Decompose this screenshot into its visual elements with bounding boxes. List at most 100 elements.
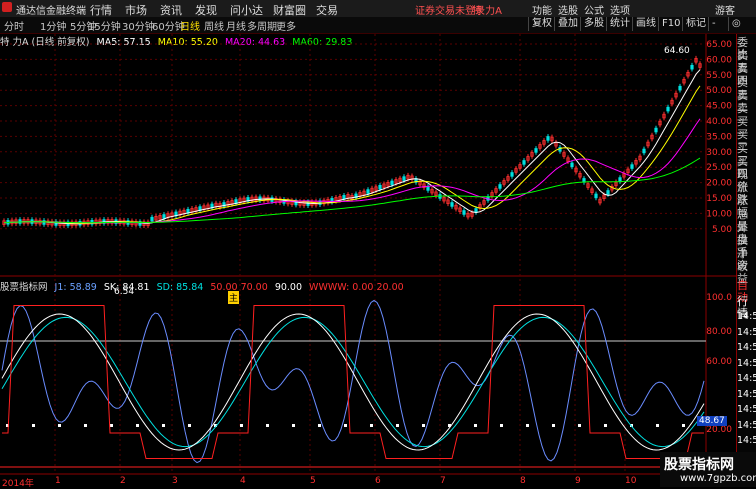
tool-huaxian[interactable]: 画线 (632, 17, 659, 31)
menu-xuanxiang[interactable]: 选项 (610, 2, 630, 17)
tool-tongji[interactable]: 统计 (606, 17, 633, 31)
level-dot (604, 424, 607, 427)
level-dot (552, 424, 555, 427)
x-axis-tick: 4 (240, 476, 246, 486)
period-30min[interactable]: 30分钟 (122, 18, 155, 33)
menu-jiaoyi[interactable]: 交易 (316, 2, 338, 18)
candle-body (366, 189, 370, 194)
tool-target-icon[interactable]: ◎ (728, 17, 744, 31)
side-time-label: 14:50 (737, 388, 756, 400)
candle-body (630, 164, 634, 169)
indicator-legend: 股票指标网 J1: 58.89 SK: 84.81 SD: 85.84 50.0… (0, 279, 408, 293)
price-axis-label: 60.00 (706, 55, 732, 65)
j1-value: J1: 58.89 (54, 282, 97, 293)
candle-body (42, 220, 46, 225)
candle-body (666, 106, 670, 112)
tool-biaoji[interactable]: 标记 (682, 17, 709, 31)
period-weekly[interactable]: 周线 (204, 18, 224, 33)
indicator-axis-label: 100.0 (706, 293, 732, 303)
tool-duogu[interactable]: 多股 (580, 17, 607, 31)
tool-diejia[interactable]: 叠加 (554, 17, 581, 31)
candle-body (390, 180, 394, 186)
level-dot (526, 424, 529, 427)
candle-body (642, 148, 646, 154)
menu-gongneng[interactable]: 功能 (532, 2, 552, 17)
level-dot (32, 424, 35, 427)
price-axis-label: 20.00 (706, 179, 732, 189)
menu-wenxiaoda[interactable]: 问小达 (230, 2, 263, 18)
candle-body (510, 172, 514, 177)
menu-shichang[interactable]: 市场 (125, 2, 147, 18)
app-title: 通达信金融终端 (16, 6, 86, 17)
wwww-value: WWWW: 0.00 20.00 (309, 282, 404, 293)
level-dot (318, 424, 321, 427)
side-time-label: 14:50 (737, 342, 756, 353)
candle-body (426, 186, 430, 191)
candle-body (654, 127, 658, 133)
price-axis-label: 5.00 (712, 225, 732, 235)
price-axis-label: 25.00 (706, 163, 732, 173)
price-axis-label: 35.00 (706, 132, 732, 142)
side-time-label: 14:50 (737, 311, 756, 322)
level-dot (58, 424, 61, 427)
period-monthly[interactable]: 月线 (226, 18, 246, 33)
period-1min[interactable]: 1分钟 (40, 18, 66, 33)
guest-user[interactable]: 游客 (715, 2, 735, 17)
period-daily[interactable]: 日线 (180, 18, 200, 33)
level-dot (188, 424, 191, 427)
menu-hangqing[interactable]: 行情 (90, 2, 112, 18)
menu-zixun[interactable]: 资讯 (160, 2, 182, 18)
candle-body (678, 85, 682, 91)
price-axis-label: 10.00 (706, 209, 732, 219)
tool-f10[interactable]: F10 (658, 17, 683, 31)
menu-faxian[interactable]: 发现 (195, 2, 217, 18)
price-axis-label: 65.00 (706, 40, 732, 50)
side-time-label: 14:50 (737, 404, 756, 415)
side-time-label: 14:50 (737, 326, 756, 338)
level-dot (682, 424, 685, 427)
ma10-line (3, 85, 701, 225)
candle-body (162, 214, 166, 219)
period-fenshi[interactable]: 分时 (4, 18, 24, 33)
level-dot (136, 424, 139, 427)
high-price-label: 64.60 (664, 46, 690, 56)
period-15min[interactable]: 15分钟 (88, 18, 121, 33)
x-axis-tick: 9 (575, 476, 581, 486)
level-dot (422, 424, 425, 427)
menu-xuangu[interactable]: 选股 (558, 2, 578, 17)
candle-body (546, 136, 550, 141)
indicator-axis-label: 80.00 (706, 327, 732, 337)
level-dot (110, 424, 113, 427)
candle-body (594, 193, 598, 199)
side-time-label: 14:50 (737, 435, 756, 446)
candle-body (570, 162, 574, 168)
watermark-title: 股票指标网 (664, 457, 734, 473)
current-indicator-badge: 48.67 (697, 416, 727, 426)
indicator-axis-label: 20.00 (706, 425, 732, 435)
tool-minimize[interactable]: - (708, 17, 719, 31)
candles (2, 55, 702, 229)
price-axis-label: 15.00 (706, 194, 732, 204)
menu-gongshi[interactable]: 公式 (584, 2, 604, 17)
candle-body (474, 208, 478, 213)
candle-body (690, 64, 694, 70)
level-dot (292, 424, 295, 427)
x-axis-tick: 5 (310, 476, 316, 486)
watermark-url: www.7gpzb.com (680, 473, 756, 484)
x-axis-tick: 2014年 (2, 479, 34, 489)
candle-body (462, 210, 466, 215)
x-axis-tick: 7 (440, 476, 446, 486)
x-axis-tick: 10 (625, 476, 637, 486)
period-more[interactable]: 更多 (276, 18, 296, 33)
kline-chart[interactable]: 65.0060.0055.0050.0045.0040.0035.0030.00… (0, 34, 736, 487)
period-multi[interactable]: 多周期 (247, 18, 277, 33)
app-logo-icon (2, 2, 12, 12)
candle-body (498, 184, 502, 189)
tool-fuquan[interactable]: 复权 (528, 17, 555, 31)
menu-caifuquan[interactable]: 财富圈 (273, 2, 306, 18)
side-time-label: 14:50 (737, 357, 756, 369)
candle-body (150, 216, 154, 222)
candle-body (618, 177, 622, 182)
level-lines: 50.00 70.00 (210, 282, 268, 293)
indicator-name: 股票指标网 (0, 282, 48, 293)
